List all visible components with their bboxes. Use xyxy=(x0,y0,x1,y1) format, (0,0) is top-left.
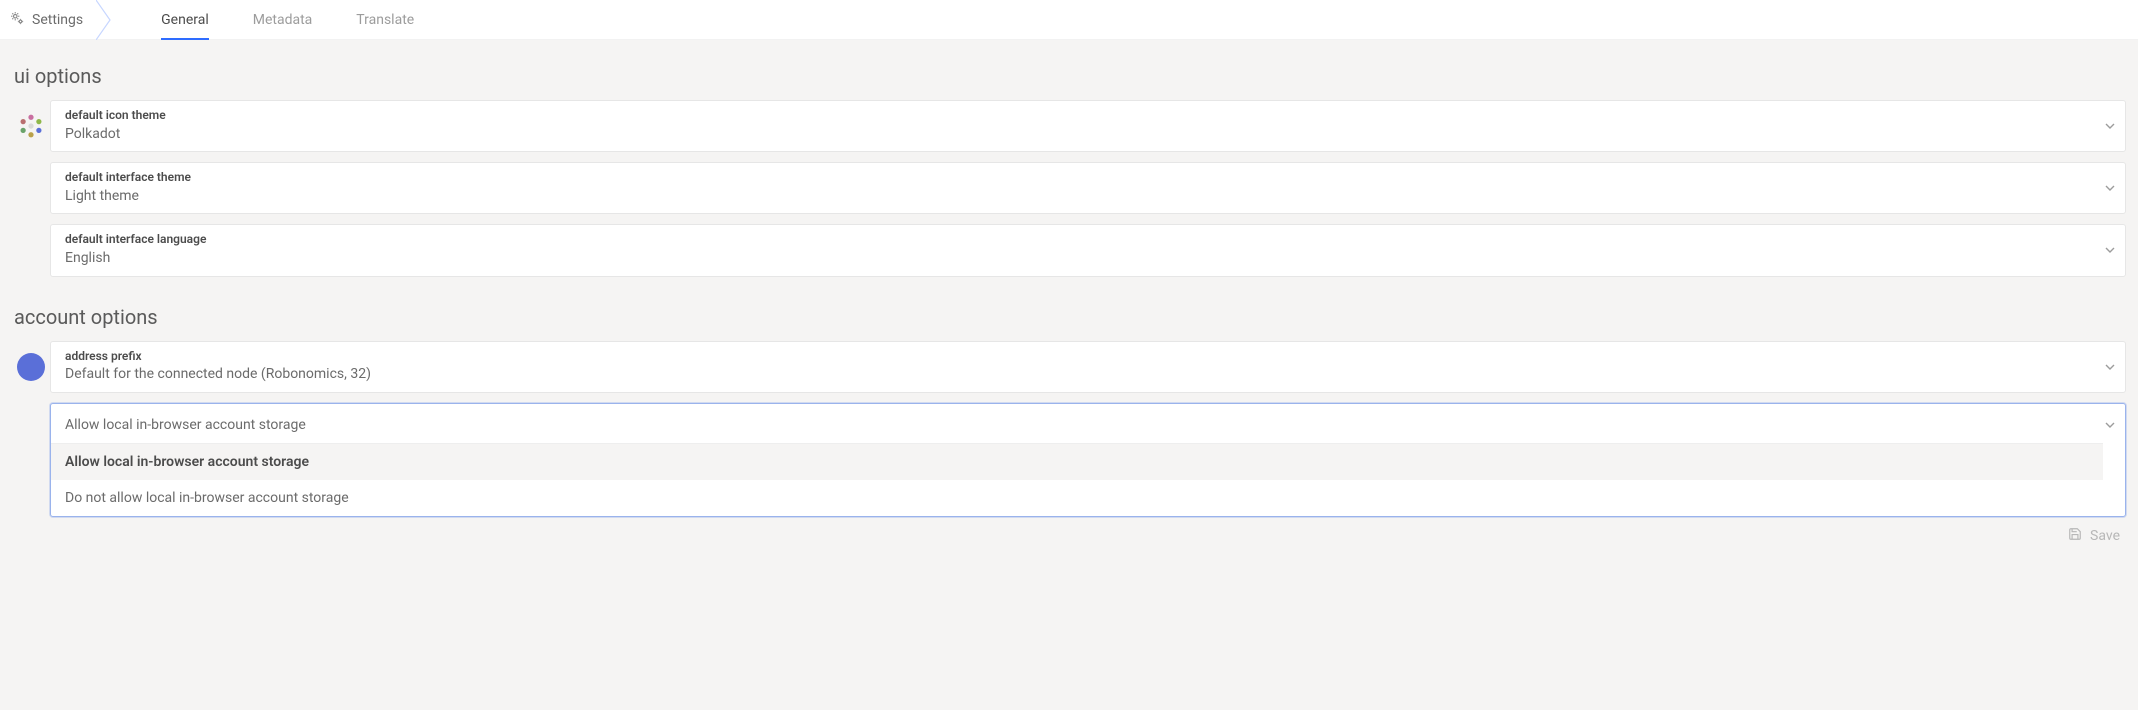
section-title-account: account options xyxy=(14,305,2126,329)
field-address-prefix: address prefix Default for the connected… xyxy=(12,341,2126,393)
chevron-down-icon xyxy=(2105,364,2115,370)
field-icon-theme: default icon theme Polkadot xyxy=(12,100,2126,152)
page-body: ui options default icon theme Polkadot xyxy=(0,40,2138,710)
topbar: Settings General Metadata Translate xyxy=(0,0,2138,40)
address-identicon-icon xyxy=(17,353,45,381)
field-interface-theme: default interface theme Light theme xyxy=(12,162,2126,214)
chevron-down-icon xyxy=(2105,123,2115,129)
section-title-ui: ui options xyxy=(14,64,2126,88)
polkadot-identicon-icon xyxy=(17,112,45,140)
dropdown-current-value: Allow local in-browser account storage xyxy=(65,411,2089,443)
save-button[interactable]: Save xyxy=(12,527,2126,545)
gears-icon xyxy=(10,11,24,29)
breadcrumb[interactable]: Settings xyxy=(0,0,97,39)
dropdown-icon-theme[interactable]: default icon theme Polkadot xyxy=(50,100,2126,152)
chevron-down-icon xyxy=(2105,247,2115,253)
tab-general[interactable]: General xyxy=(161,0,209,39)
identicon-preview xyxy=(12,112,50,140)
dropdown-option[interactable]: Do not allow local in-browser account st… xyxy=(51,480,2103,516)
tabs: General Metadata Translate xyxy=(121,0,414,39)
chevron-down-icon xyxy=(2105,422,2115,428)
breadcrumb-label: Settings xyxy=(32,12,83,28)
dropdown-address-prefix[interactable]: address prefix Default for the connected… xyxy=(50,341,2126,393)
dropdown-options: Allow local in-browser account storage D… xyxy=(51,443,2103,516)
field-local-storage: Allow local in-browser account storage A… xyxy=(12,403,2126,517)
save-label: Save xyxy=(2090,528,2120,544)
tab-metadata[interactable]: Metadata xyxy=(253,0,313,39)
breadcrumb-separator-icon xyxy=(97,0,121,40)
tab-translate[interactable]: Translate xyxy=(356,0,414,39)
field-interface-language: default interface language English xyxy=(12,224,2126,276)
dropdown-interface-theme[interactable]: default interface theme Light theme xyxy=(50,162,2126,214)
dropdown-interface-language[interactable]: default interface language English xyxy=(50,224,2126,276)
dropdown-local-storage[interactable]: Allow local in-browser account storage A… xyxy=(50,403,2126,517)
dropdown-option[interactable]: Allow local in-browser account storage xyxy=(51,444,2103,480)
save-icon xyxy=(2068,527,2082,545)
chevron-down-icon xyxy=(2105,185,2115,191)
